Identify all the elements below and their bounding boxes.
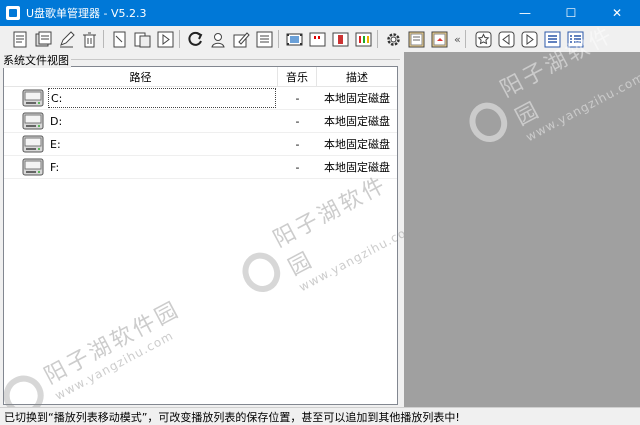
user-icon[interactable] (208, 29, 229, 50)
film-icon[interactable] (284, 29, 305, 50)
system-file-view-panel: 系统文件视图 路径 音乐 描述 C: - 本地固定磁盘 D: - 本地固定磁盘 (0, 52, 420, 423)
column-header-music[interactable]: 音乐 (278, 67, 317, 86)
drive-list[interactable]: 路径 音乐 描述 C: - 本地固定磁盘 D: - 本地固定磁盘 E: - 本地… (3, 66, 398, 405)
edit-icon[interactable] (56, 29, 77, 50)
column-icon[interactable] (330, 29, 351, 50)
favorite-icon[interactable] (473, 29, 494, 50)
desc-cell: 本地固定磁盘 (324, 161, 390, 174)
hard-drive-icon (22, 89, 44, 107)
toolbar-separator (377, 30, 378, 48)
list-header: 路径 音乐 描述 (4, 67, 397, 87)
drive-path: F: (50, 160, 60, 174)
save-list-icon[interactable] (33, 29, 54, 50)
drive-path: C: (48, 88, 276, 108)
playlist-panel[interactable]: 阳子湖软件园 www.yangzihu.com (404, 22, 640, 407)
path-cell: F: (4, 156, 278, 179)
list-view-icon[interactable] (254, 29, 275, 50)
back-icon[interactable] (496, 29, 517, 50)
column-header-path[interactable]: 路径 (4, 67, 278, 86)
window-controls: — ☐ ✕ (502, 0, 640, 26)
toolbar: « (0, 26, 640, 52)
path-cell: C: (4, 87, 278, 110)
paste-icon[interactable] (132, 29, 153, 50)
toolbar-separator (103, 30, 104, 48)
panel-title: 系统文件视图 (3, 52, 71, 68)
caption-icon[interactable] (307, 29, 328, 50)
notes-icon[interactable] (406, 29, 427, 50)
music-cell: - (295, 137, 300, 151)
music-cell: - (295, 91, 300, 105)
list-item-drive-f[interactable]: F: - 本地固定磁盘 (4, 156, 397, 179)
path-cell: E: (4, 133, 278, 156)
maximize-button[interactable]: ☐ (548, 0, 594, 26)
drive-path: E: (50, 137, 61, 151)
list-detail-icon[interactable] (565, 29, 586, 50)
refresh-icon[interactable] (185, 29, 206, 50)
toolbar-separator (464, 30, 466, 48)
desc-cell: 本地固定磁盘 (324, 115, 390, 128)
title-bar: U盘歌单管理器 - V5.2.3 — ☐ ✕ (0, 0, 640, 26)
forward-icon[interactable] (519, 29, 540, 50)
path-cell: D: (4, 110, 278, 133)
close-button[interactable]: ✕ (594, 0, 640, 26)
column-header-desc[interactable]: 描述 (317, 67, 397, 86)
list-item-drive-d[interactable]: D: - 本地固定磁盘 (4, 110, 397, 133)
rename-icon[interactable] (231, 29, 252, 50)
status-bar: 已切换到“播放列表移动模式”，可改变播放列表的保存位置，甚至可以追加到其他播放列… (0, 407, 640, 425)
watermark-url: www.yangzihu.com (523, 69, 640, 145)
desc-cell: 本地固定磁盘 (324, 138, 390, 151)
hard-drive-icon (22, 112, 44, 130)
desc-cell: 本地固定磁盘 (324, 92, 390, 105)
new-list-icon[interactable] (10, 29, 31, 50)
music-cell: - (295, 160, 300, 174)
copy-icon[interactable] (109, 29, 130, 50)
details-icon[interactable] (542, 29, 563, 50)
minimize-button[interactable]: — (502, 0, 548, 26)
app-icon (6, 6, 20, 20)
play-icon[interactable] (155, 29, 176, 50)
toolbar-separator (278, 30, 279, 48)
list-item-drive-c[interactable]: C: - 本地固定磁盘 (4, 87, 397, 110)
hard-drive-icon (22, 135, 44, 153)
toolbar-overflow-chevron[interactable]: « (454, 33, 461, 46)
window-title: U盘歌单管理器 - V5.2.3 (26, 7, 147, 20)
toolbar-separator (179, 30, 180, 48)
export-icon[interactable] (429, 29, 450, 50)
color-bars-icon[interactable] (353, 29, 374, 50)
hard-drive-icon (22, 158, 44, 176)
delete-icon[interactable] (79, 29, 100, 50)
watermark-logo-icon (462, 95, 515, 149)
settings-icon[interactable] (383, 29, 404, 50)
music-cell: - (295, 114, 300, 128)
list-item-drive-e[interactable]: E: - 本地固定磁盘 (4, 133, 397, 156)
drive-path: D: (50, 114, 63, 128)
group-divider (58, 59, 400, 60)
